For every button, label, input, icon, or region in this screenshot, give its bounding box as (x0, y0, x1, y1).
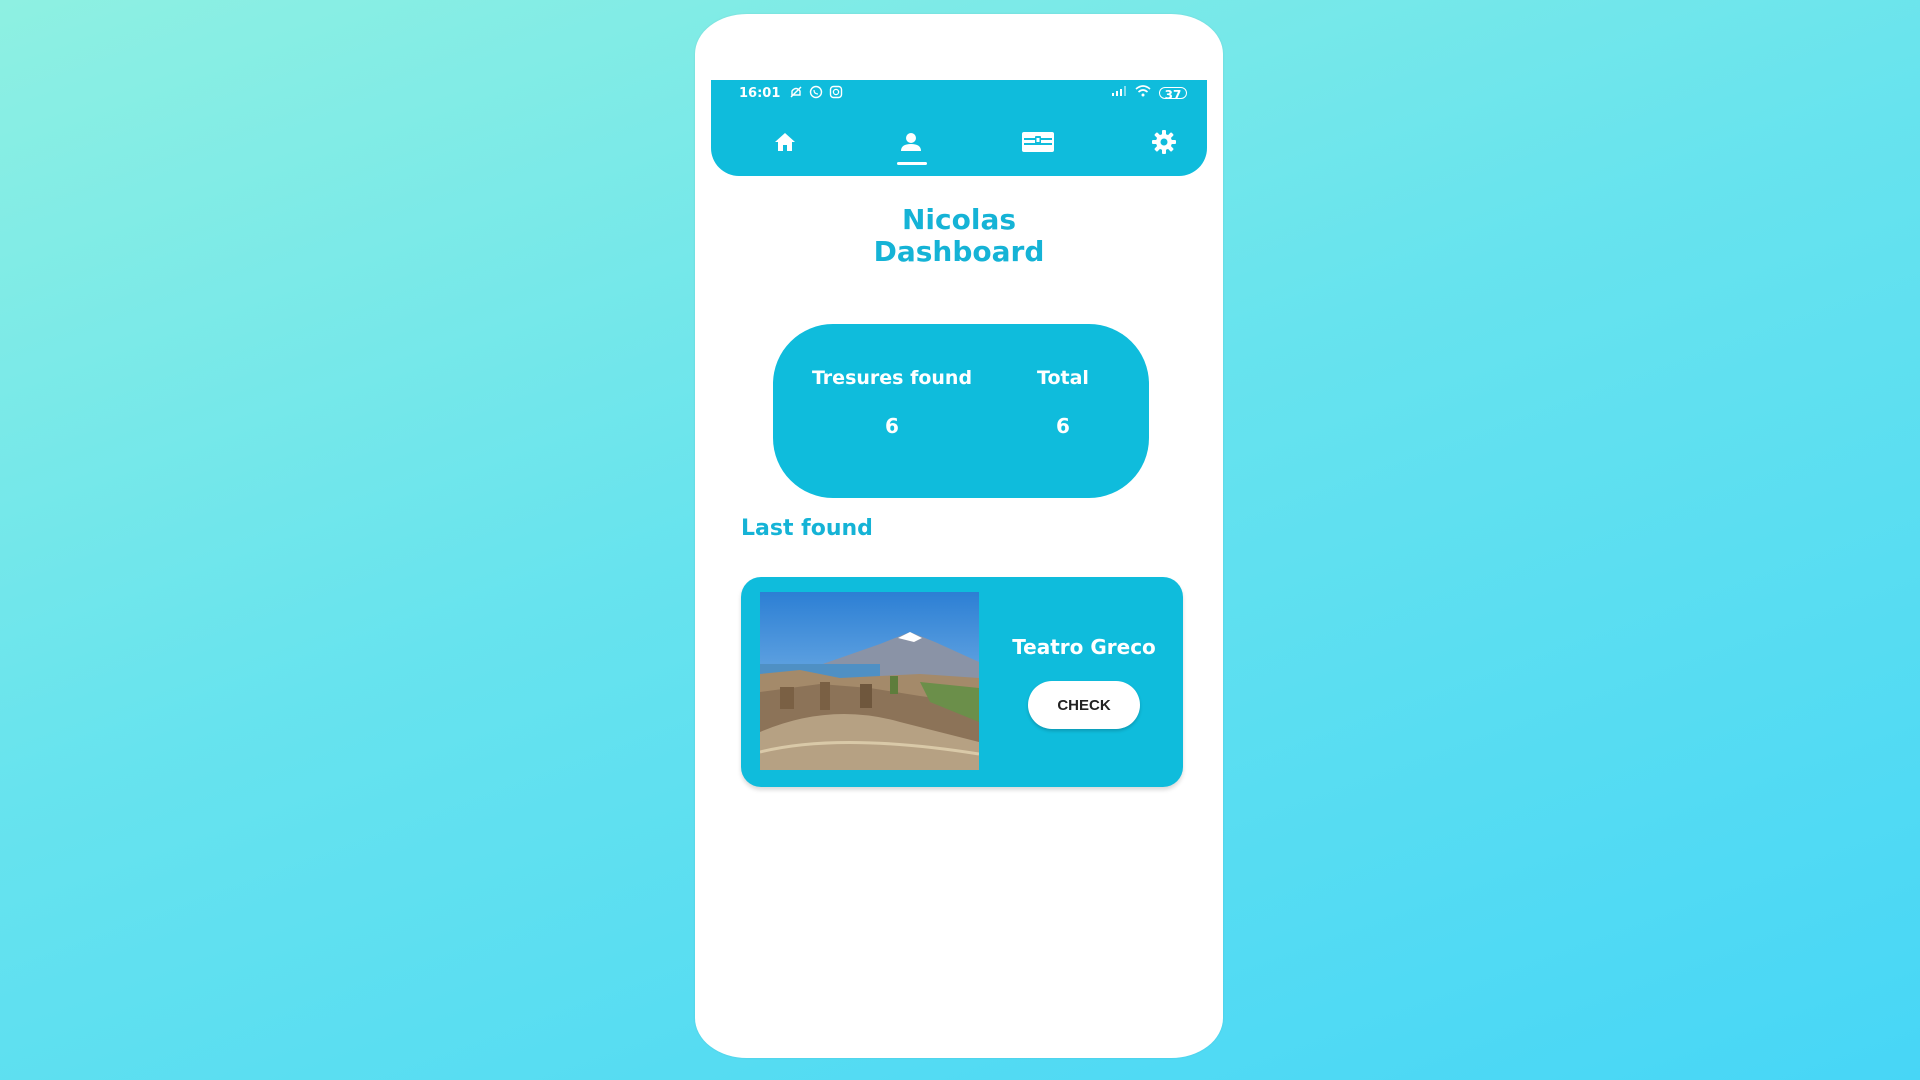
signal-icon (1111, 85, 1127, 100)
home-icon (775, 133, 795, 151)
app-header: 16:01 37 (711, 80, 1207, 176)
status-bar: 16:01 37 (711, 80, 1207, 106)
nav-treasures[interactable] (1010, 120, 1066, 164)
stat-total-label: Total (1037, 367, 1089, 389)
whatsapp-icon (809, 85, 823, 102)
stat-found-value: 6 (885, 414, 899, 438)
stats-card: Tresures found 6 Total 6 (773, 324, 1149, 498)
nav-home[interactable] (757, 120, 813, 164)
stat-total-value: 6 (1056, 414, 1070, 438)
stat-total: Total 6 (1023, 366, 1103, 438)
app-screen: 16:01 37 Nicolas Dashboard Tresures foun… (711, 80, 1207, 1010)
nav-settings[interactable] (1136, 120, 1192, 164)
last-found-card: Teatro Greco CHECK (741, 577, 1183, 787)
treasure-photo (760, 592, 979, 770)
stat-found-label: Tresures found (811, 367, 973, 389)
phone-frame: 16:01 37 Nicolas Dashboard Tresures foun… (695, 14, 1223, 1058)
profile-icon (901, 133, 921, 151)
check-button[interactable]: CHECK (1028, 681, 1140, 729)
top-navigation (711, 120, 1207, 170)
status-time: 16:01 (739, 86, 781, 101)
treasure-chest-icon (1022, 132, 1054, 152)
status-system: 37 (1111, 85, 1187, 102)
battery-icon: 37 (1159, 86, 1187, 102)
silent-icon (789, 85, 803, 102)
stat-treasures-found: Tresures found 6 (799, 366, 985, 438)
last-found-heading: Last found (741, 516, 873, 541)
page-title-line1: Nicolas (901, 203, 1017, 236)
status-notifications (789, 85, 843, 102)
nav-active-indicator (897, 162, 927, 165)
instagram-icon (829, 85, 843, 102)
page-title-line2: Dashboard (873, 235, 1045, 268)
wifi-icon (1135, 85, 1151, 100)
page-title: Nicolas Dashboard (711, 204, 1207, 268)
gear-icon (1152, 130, 1176, 154)
treasure-name: Teatro Greco (1012, 635, 1156, 659)
nav-profile[interactable] (883, 120, 939, 164)
